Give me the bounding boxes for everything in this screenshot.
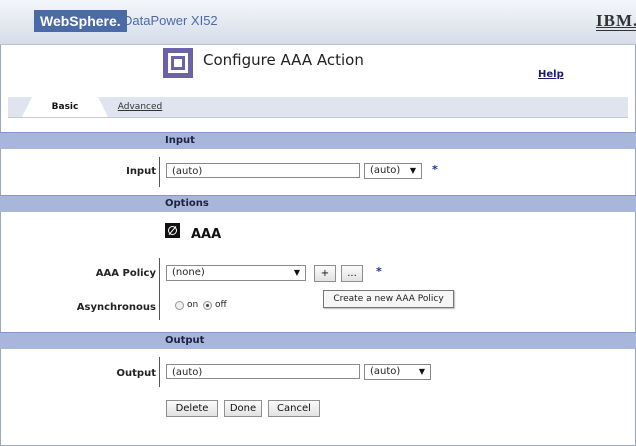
chevron-down-icon: ▼ bbox=[293, 268, 300, 277]
asynchronous-label: Asynchronous bbox=[76, 302, 156, 313]
tab-bar: Basic Advanced bbox=[8, 97, 628, 118]
cancel-button[interactable]: Cancel bbox=[268, 400, 320, 417]
aaa-policy-select[interactable]: (none) ▼ bbox=[166, 265, 306, 281]
input-label: Input bbox=[126, 166, 156, 177]
page-title: Configure AAA Action bbox=[203, 51, 364, 69]
output-label: Output bbox=[116, 368, 156, 379]
ibm-logo: IBM. bbox=[596, 11, 636, 30]
required-marker: * bbox=[376, 265, 382, 278]
required-marker: * bbox=[432, 163, 438, 176]
output-context-select[interactable]: (auto) ▼ bbox=[364, 364, 431, 380]
delete-button[interactable]: Delete bbox=[166, 400, 218, 417]
aaa-policy-label: AAA Policy bbox=[95, 268, 156, 279]
async-off-radio[interactable] bbox=[203, 301, 212, 310]
done-button[interactable]: Done bbox=[224, 400, 262, 417]
input-context-select[interactable]: (auto) ▼ bbox=[364, 163, 422, 179]
websphere-logo: WebSphere. bbox=[34, 10, 127, 32]
tab-advanced[interactable]: Advanced bbox=[106, 97, 174, 117]
section-options: Options bbox=[0, 195, 636, 212]
aaa-icon bbox=[165, 223, 180, 238]
section-output-title: Output bbox=[165, 335, 205, 346]
edit-aaa-policy-button[interactable]: ... bbox=[341, 265, 363, 282]
input-field[interactable]: (auto) bbox=[166, 163, 360, 178]
chevron-down-icon: ▼ bbox=[418, 367, 425, 376]
field-divider bbox=[159, 258, 160, 320]
async-off-label: off bbox=[215, 300, 227, 310]
section-output: Output bbox=[0, 332, 636, 349]
output-field[interactable]: (auto) bbox=[166, 364, 360, 379]
output-context-value: (auto) bbox=[370, 366, 401, 377]
add-aaa-policy-button[interactable]: + bbox=[314, 265, 336, 282]
add-policy-tooltip: Create a new AAA Policy bbox=[323, 290, 454, 308]
field-divider bbox=[159, 357, 160, 387]
async-on-radio[interactable] bbox=[175, 301, 184, 310]
input-context-value: (auto) bbox=[370, 165, 401, 176]
tab-basic[interactable]: Basic bbox=[22, 97, 108, 117]
help-link[interactable]: Help bbox=[538, 69, 564, 80]
field-divider bbox=[159, 157, 160, 187]
chevron-down-icon: ▼ bbox=[409, 166, 416, 175]
section-options-title: Options bbox=[165, 198, 209, 209]
aaa-heading: AAA bbox=[191, 227, 222, 242]
section-input: Input bbox=[0, 132, 636, 149]
banner: WebSphere. DataPower XI52 IBM. bbox=[0, 0, 636, 45]
async-on-label: on bbox=[187, 300, 199, 310]
aaa-action-icon bbox=[163, 48, 193, 78]
aaa-policy-value: (none) bbox=[172, 267, 205, 278]
section-input-title: Input bbox=[165, 135, 195, 146]
product-name: DataPower XI52 bbox=[123, 13, 218, 28]
